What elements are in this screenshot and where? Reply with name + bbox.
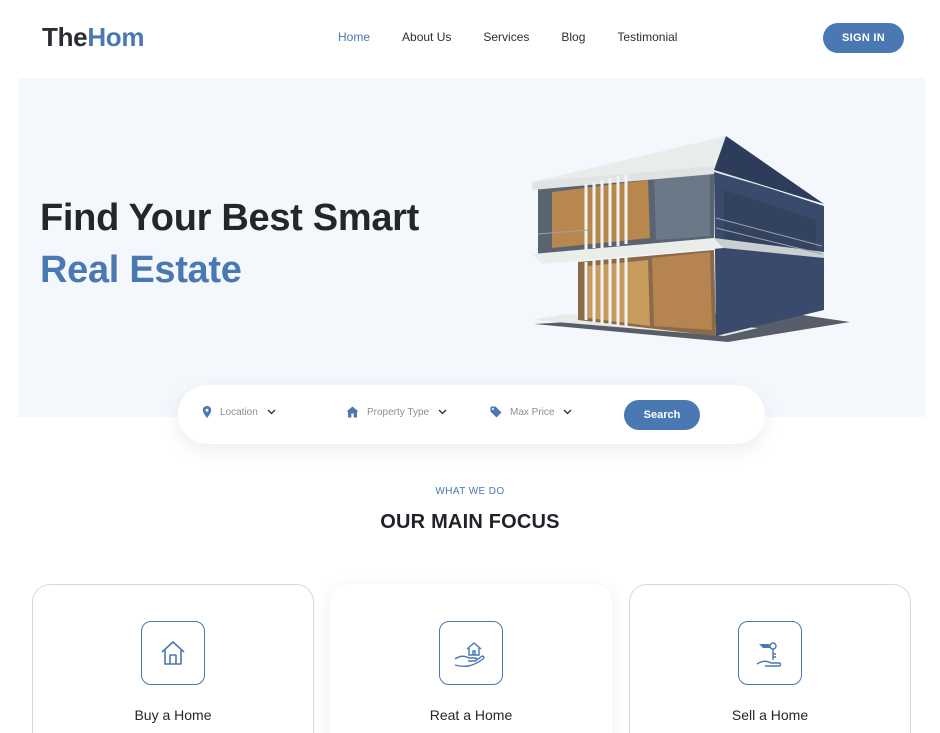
- card-label: Buy a Home: [134, 707, 212, 723]
- chevron-down-icon: [563, 409, 572, 415]
- nav-testimonial[interactable]: Testimonial: [617, 30, 677, 44]
- property-search-bar: Location Property Type Max Price Search: [178, 385, 765, 444]
- section-title: OUR MAIN FOCUS: [380, 511, 560, 533]
- chevron-down-icon: [438, 409, 447, 415]
- max-price-label: Max Price: [510, 406, 555, 418]
- site-header: TheHom Home About Us Services Blog Testi…: [0, 0, 940, 76]
- logo[interactable]: TheHom: [42, 22, 145, 53]
- home-icon: [346, 406, 359, 418]
- hero-subtitle: Real Estate: [40, 249, 242, 291]
- max-price-select[interactable]: Max Price: [490, 406, 572, 418]
- property-type-label: Property Type: [367, 406, 430, 418]
- sign-in-button[interactable]: SIGN IN: [823, 23, 904, 53]
- location-label: Location: [220, 406, 258, 418]
- logo-text-accent: Hom: [87, 22, 145, 52]
- house-icon: [141, 621, 205, 685]
- map-pin-icon: [202, 406, 212, 418]
- hand-key-icon: [738, 621, 802, 685]
- property-type-select[interactable]: Property Type: [346, 406, 447, 418]
- nav-about-us[interactable]: About Us: [402, 30, 451, 44]
- focus-card-rent[interactable]: Reat a Home: [330, 584, 612, 733]
- nav-services[interactable]: Services: [483, 30, 529, 44]
- hand-house-icon: [439, 621, 503, 685]
- location-select[interactable]: Location: [202, 406, 276, 418]
- card-label: Reat a Home: [429, 707, 513, 723]
- main-nav: Home About Us Services Blog Testimonial: [338, 30, 709, 44]
- chevron-down-icon: [267, 409, 276, 415]
- section-eyebrow: WHAT WE DO: [435, 486, 505, 497]
- search-button[interactable]: Search: [624, 400, 700, 430]
- logo-text-dark: The: [42, 22, 88, 52]
- hero-title: Find Your Best Smart: [40, 197, 419, 239]
- card-label: Sell a Home: [731, 707, 809, 723]
- focus-card-buy[interactable]: Buy a Home: [32, 584, 314, 733]
- nav-blog[interactable]: Blog: [561, 30, 585, 44]
- focus-card-sell[interactable]: Sell a Home: [629, 584, 911, 733]
- price-tag-icon: [490, 406, 502, 418]
- nav-home[interactable]: Home: [338, 30, 370, 44]
- house-illustration: [532, 136, 850, 342]
